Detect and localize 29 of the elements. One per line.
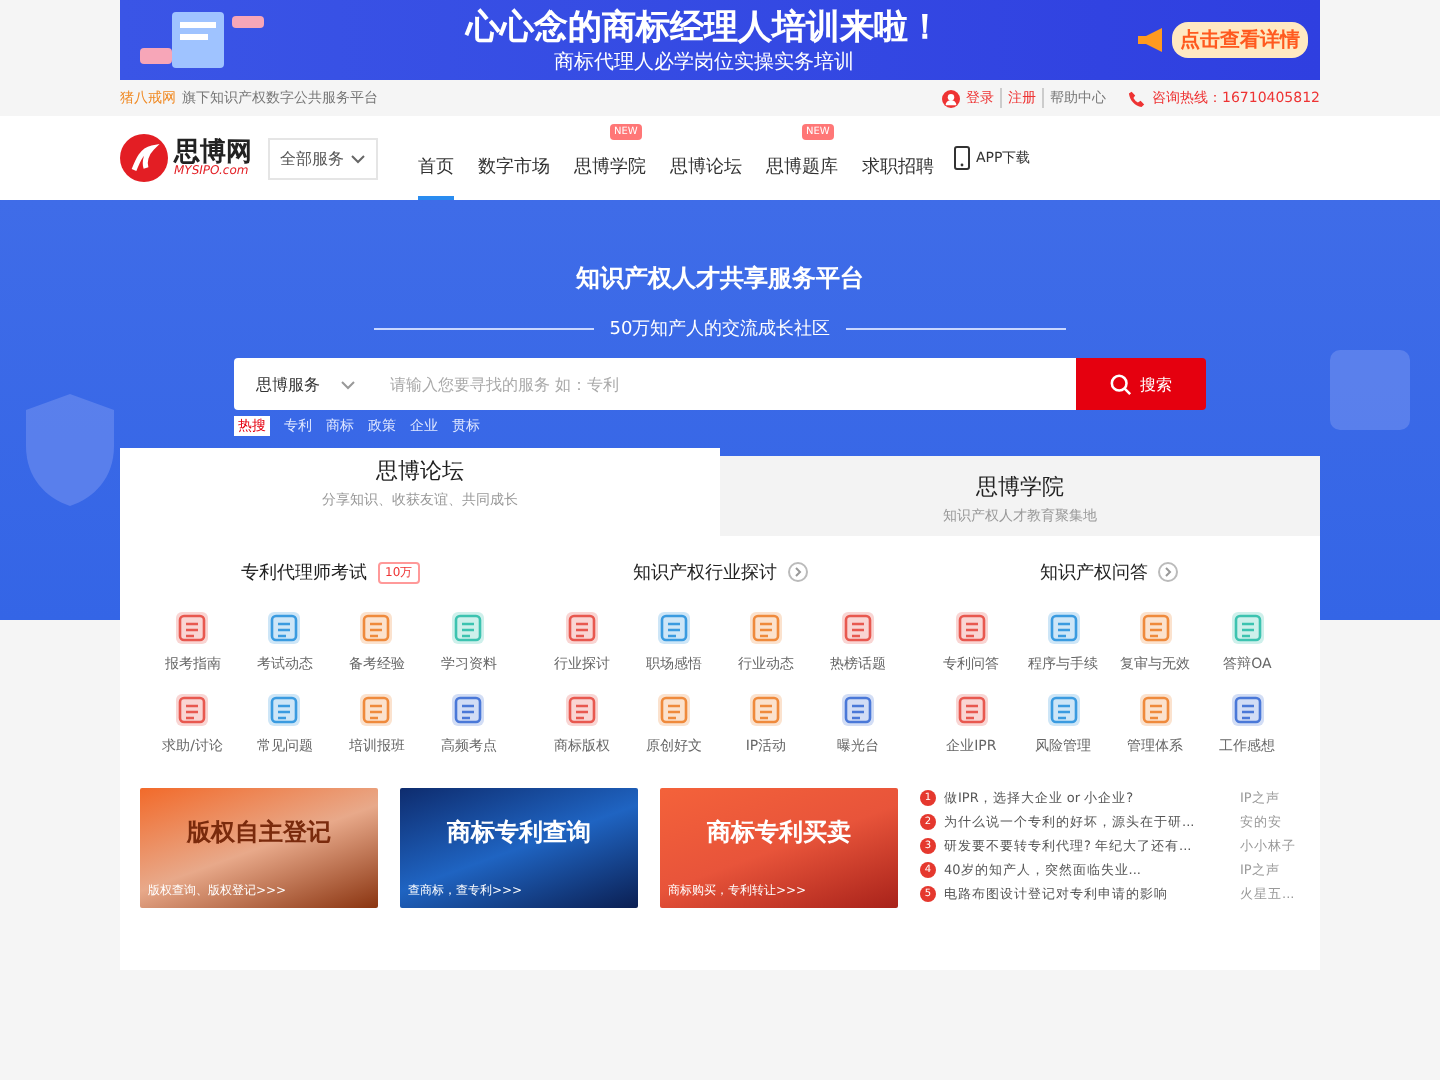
chevron-right-icon[interactable]	[787, 562, 807, 582]
user-icon	[942, 89, 960, 107]
hero-title: 知识产权人才共享服务平台	[576, 262, 864, 296]
phone-icon	[1128, 89, 1146, 107]
section-title: 知识产权行业探讨	[633, 561, 777, 585]
nav-tab[interactable]: 思博题库	[766, 156, 838, 200]
nav-tab[interactable]: 思博学院	[574, 156, 646, 200]
search-button[interactable]: 搜索	[1076, 358, 1206, 410]
search-category-dropdown[interactable]: 思博服务	[234, 358, 378, 410]
nav-tab[interactable]: 思博论坛	[670, 156, 742, 200]
all-services-dropdown[interactable]: 全部服务	[268, 137, 378, 179]
megaphone-icon	[1136, 26, 1168, 54]
chevron-right-icon[interactable]	[1158, 562, 1179, 582]
ad-subline: 商标代理人必学岗位实操实务培训	[552, 49, 856, 75]
shield-decoration-icon	[20, 390, 120, 510]
logo-icon	[120, 134, 168, 182]
nav-tab[interactable]: 求职招聘	[862, 156, 934, 200]
logo-wordmark: 思博网	[174, 139, 252, 165]
search-field[interactable]: 请输入您要寻找的服务 如：专利	[378, 358, 1076, 410]
ad-banner[interactable]: 心心念的商标经理人培训来啦！ 商标代理人必学岗位实操实务培训 点击查看详情	[120, 0, 1320, 80]
phone-icon	[954, 146, 970, 170]
caret-icon	[340, 379, 356, 389]
search-icon	[1110, 373, 1132, 395]
section-title: 专利代理师考试	[241, 561, 368, 585]
caret-icon	[350, 153, 366, 163]
hero-subtitle: 50万知产人的交流成长社区	[609, 317, 831, 342]
section-title: 知识产权问答	[1040, 561, 1149, 585]
nav-tab[interactable]: 数字市场	[478, 156, 550, 200]
ad-headline: 心心念的商标经理人培训来啦！	[463, 5, 944, 49]
